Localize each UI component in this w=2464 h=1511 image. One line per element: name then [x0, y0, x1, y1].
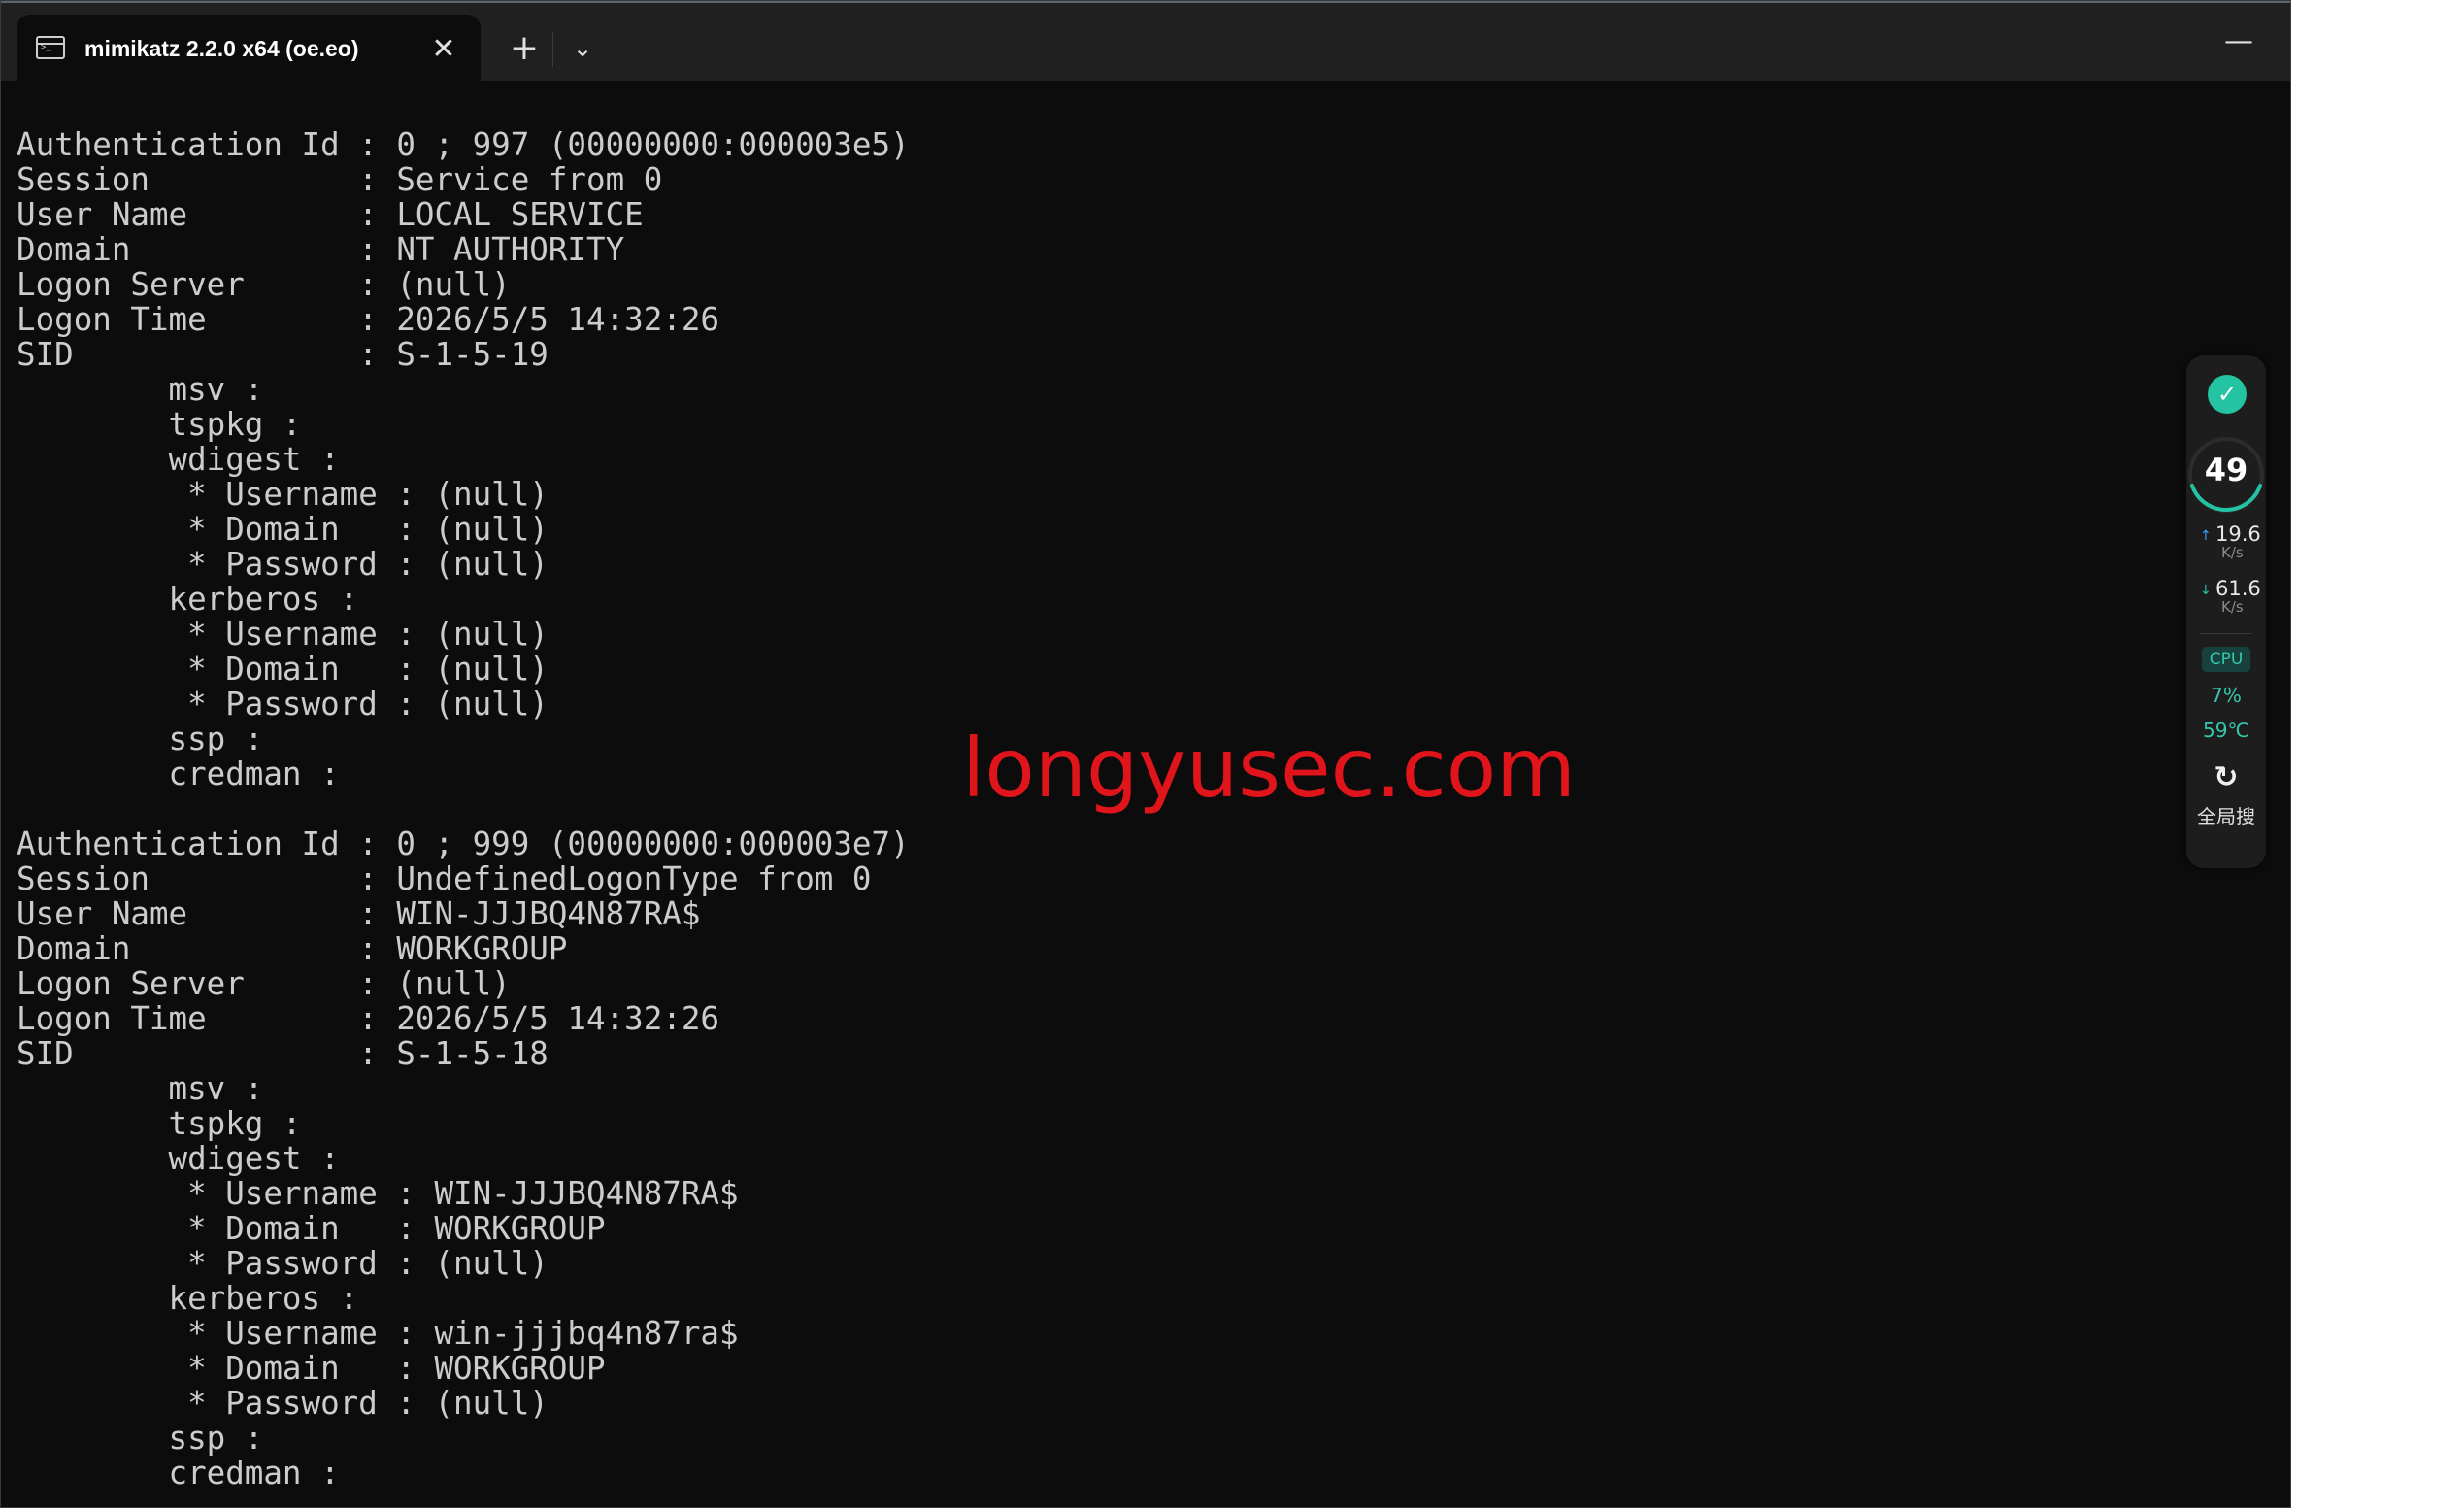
console-line: * Password : (null)	[17, 1245, 549, 1282]
cpu-badge: CPU	[2202, 647, 2250, 672]
new-tab-button[interactable]: +	[500, 24, 549, 73]
console-line: Authentication Id : 0 ; 999 (00000000:00…	[17, 825, 910, 862]
console-line: Authentication Id : 0 ; 997 (00000000:00…	[17, 126, 910, 163]
console-line: * Username : (null)	[17, 476, 549, 513]
watermark: longyusec.com	[962, 721, 1576, 816]
console-line: Session : Service from 0	[17, 161, 663, 198]
console-line: tspkg :	[17, 1105, 302, 1142]
console-line: credman :	[17, 756, 340, 792]
cpu-percent: 7%	[2211, 684, 2242, 707]
download-speed-unit: K/s	[2221, 598, 2244, 616]
console-line: ssp :	[17, 1420, 264, 1457]
console-line: Domain : NT AUTHORITY	[17, 231, 625, 268]
console-line: * Password : (null)	[17, 686, 549, 722]
chevron-down-icon[interactable]: ⌄	[558, 24, 607, 73]
console-output[interactable]: Authentication Id : 0 ; 997 (00000000:00…	[17, 127, 910, 1491]
minimize-button[interactable]: —	[2210, 22, 2268, 61]
upload-speed-value: 19.6	[2215, 522, 2261, 546]
tab-mimikatz[interactable]: mimikatz 2.2.0 x64 (oe.eo) ✕	[17, 15, 481, 84]
download-arrow-icon: ↓	[2200, 583, 2212, 598]
console-line: ssp :	[17, 721, 264, 757]
console-line: User Name : LOCAL SERVICE	[17, 196, 644, 233]
terminal-window: mimikatz 2.2.0 x64 (oe.eo) ✕ + ⌄ — Authe…	[0, 0, 2291, 1508]
console-line: * Username : WIN-JJJBQ4N87RA$	[17, 1175, 739, 1212]
console-line: Logon Time : 2026/5/5 14:32:26	[17, 301, 719, 338]
upload-arrow-icon: ↑	[2200, 528, 2212, 544]
title-bar: mimikatz 2.2.0 x64 (oe.eo) ✕ + ⌄ —	[1, 1, 2290, 84]
console-line: credman :	[17, 1455, 340, 1492]
cpu-temperature: 59℃	[2203, 719, 2249, 742]
console-line: * Password : (null)	[17, 546, 549, 583]
console-line: wdigest :	[17, 441, 340, 478]
console-line: * Domain : WORKGROUP	[17, 1210, 606, 1247]
console-line: User Name : WIN-JJJBQ4N87RA$	[17, 895, 701, 932]
health-score: 49	[2204, 452, 2248, 488]
console-line: wdigest :	[17, 1140, 340, 1177]
tab-separator	[552, 32, 553, 67]
console-line: kerberos :	[17, 1280, 359, 1317]
system-monitor-widget[interactable]: ✓ 49 ↑ 19.6 K/s ↓ 61.6 K/s CPU 7% 59℃ ↻ …	[2186, 355, 2266, 868]
console-line: kerberos :	[17, 581, 359, 618]
console-line: SID : S-1-5-19	[17, 336, 549, 373]
console-line: * Domain : (null)	[17, 511, 549, 548]
console-line: * Domain : (null)	[17, 651, 549, 688]
console-line: msv :	[17, 1070, 264, 1107]
console-line: Session : UndefinedLogonType from 0	[17, 860, 872, 897]
tab-title: mimikatz 2.2.0 x64 (oe.eo)	[84, 36, 359, 61]
console-line: Logon Server : (null)	[17, 266, 511, 303]
close-tab-button[interactable]: ✕	[422, 28, 465, 71]
console-line: SID : S-1-5-18	[17, 1035, 549, 1072]
console-line: * Domain : WORKGROUP	[17, 1350, 606, 1387]
console-line: Logon Time : 2026/5/5 14:32:26	[17, 1000, 719, 1037]
widget-divider	[2200, 633, 2252, 634]
terminal-icon	[36, 36, 65, 59]
console-line: * Username : win-jjjbq4n87ra$	[17, 1315, 739, 1352]
check-icon[interactable]: ✓	[2208, 375, 2247, 414]
console-line: tspkg :	[17, 406, 302, 443]
download-speed-value: 61.6	[2215, 577, 2261, 600]
console-line: Domain : WORKGROUP	[17, 930, 568, 967]
global-search-label[interactable]: 全局搜	[2186, 804, 2266, 829]
global-search-icon[interactable]: ↻	[2210, 761, 2243, 794]
console-line: msv :	[17, 371, 264, 408]
upload-speed-unit: K/s	[2221, 544, 2244, 561]
console-line: Logon Server : (null)	[17, 965, 511, 1002]
console-line: * Password : (null)	[17, 1385, 549, 1422]
console-line: * Username : (null)	[17, 616, 549, 653]
